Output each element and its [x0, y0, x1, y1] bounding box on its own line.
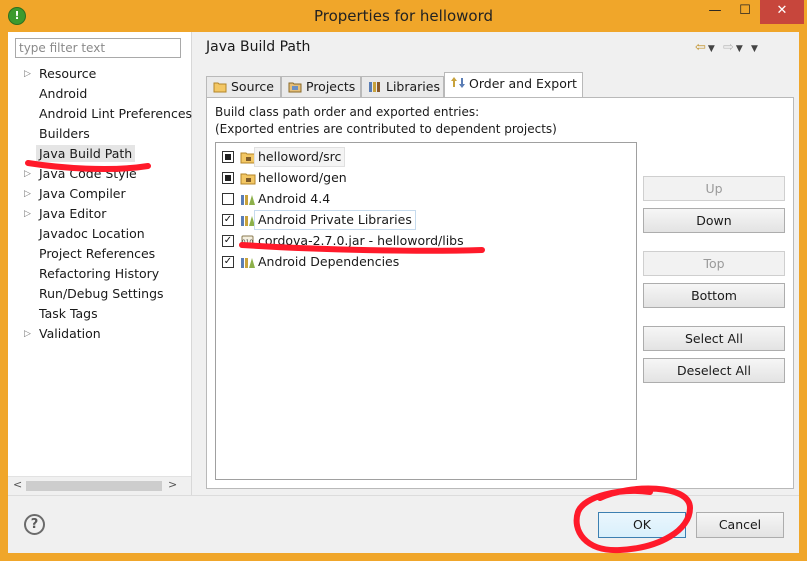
nav-item-label: Run/Debug Settings: [39, 286, 164, 301]
expand-arrow-icon[interactable]: ▷: [24, 64, 31, 84]
projects-icon: [288, 82, 302, 93]
entry-label: Android Private Libraries: [254, 210, 416, 230]
entry-label: helloword/src: [254, 147, 346, 167]
forward-dropdown-icon[interactable]: ▼: [736, 44, 745, 54]
expand-arrow-icon[interactable]: ▷: [24, 164, 31, 184]
nav-item[interactable]: Android Lint Preferences: [8, 104, 192, 124]
back-dropdown-icon[interactable]: ▼: [708, 44, 717, 54]
description: Build class path order and exported entr…: [215, 104, 557, 138]
nav-item[interactable]: Refactoring History: [8, 264, 192, 284]
export-checkbox[interactable]: ✓: [222, 235, 234, 247]
close-button[interactable]: ✕: [760, 0, 804, 24]
property-page-tree: ▷ Resource Android Android Lint Preferences…: [8, 32, 192, 495]
page-title: Java Build Path: [206, 39, 311, 55]
title-bar[interactable]: ! Properties for helloword — ☐ ✕: [0, 0, 807, 32]
svg-text:010: 010: [242, 239, 254, 246]
source-folder-icon: [213, 82, 227, 93]
tab-source[interactable]: Source: [206, 76, 281, 98]
nav-item-label: Android Lint Preferences: [39, 106, 193, 121]
cancel-button[interactable]: Cancel: [696, 512, 784, 538]
nav-item[interactable]: Android: [8, 84, 192, 104]
window-title: Properties for helloword: [313, 7, 494, 25]
back-arrow-icon[interactable]: ⇦: [695, 40, 708, 55]
libraries-icon: [369, 82, 380, 92]
top-button[interactable]: Top: [643, 251, 785, 276]
expand-arrow-icon[interactable]: ▷: [24, 184, 31, 204]
nav-item[interactable]: ▷ Java Editor: [8, 204, 192, 224]
export-checkbox[interactable]: [222, 193, 234, 205]
tab-libraries[interactable]: Libraries: [361, 76, 444, 98]
nav-item[interactable]: ▷ Java Compiler: [8, 184, 192, 204]
nav-item-label: Java Code Style: [39, 166, 137, 181]
scroll-right-icon[interactable]: >: [168, 478, 177, 491]
nav-item-label: Android: [39, 86, 88, 101]
description-line: (Exported entries are contributed to dep…: [215, 122, 557, 136]
nav-item-label: Project References: [39, 246, 156, 261]
tab-label: Source: [231, 79, 274, 94]
nav-item[interactable]: Builders: [8, 124, 192, 144]
tab-label: Order and Export: [469, 76, 577, 91]
view-menu-icon[interactable]: ▼: [751, 44, 760, 54]
expand-arrow-icon[interactable]: ▷: [24, 324, 31, 344]
export-checkbox[interactable]: ✓: [222, 256, 234, 268]
export-checkbox[interactable]: [222, 151, 234, 163]
entry-label: cordova-2.7.0.jar - helloword/libs: [258, 233, 464, 248]
export-checkbox[interactable]: ✓: [222, 214, 234, 226]
tab-order-and-export[interactable]: Order and Export: [444, 72, 583, 99]
nav-item[interactable]: ▷ Validation: [8, 324, 192, 344]
forward-arrow-icon[interactable]: ⇨: [723, 40, 736, 55]
nav-item-label: Resource: [39, 66, 97, 81]
export-checkbox[interactable]: [222, 172, 234, 184]
library-icon: [241, 258, 255, 268]
down-button[interactable]: Down: [643, 208, 785, 233]
nav-item[interactable]: Run/Debug Settings: [8, 284, 192, 304]
horizontal-scrollbar[interactable]: < >: [8, 476, 191, 495]
nav-item-label: Refactoring History: [39, 266, 160, 281]
nav-item[interactable]: Task Tags: [8, 304, 192, 324]
tab-label: Projects: [306, 79, 356, 94]
expand-arrow-icon[interactable]: ▷: [24, 204, 31, 224]
help-icon[interactable]: ?: [24, 514, 45, 535]
description-line: Build class path order and exported entr…: [215, 105, 480, 119]
minimize-button[interactable]: —: [700, 0, 730, 24]
nav-item-label: Java Build Path: [36, 145, 136, 162]
source-folder-icon: [240, 173, 256, 185]
scrollbar-thumb[interactable]: [26, 481, 162, 491]
dialog-footer: ? OK Cancel: [8, 495, 799, 553]
nav-item[interactable]: Project References: [8, 244, 192, 264]
nav-item[interactable]: ▷ Resource: [8, 64, 192, 84]
scroll-left-icon[interactable]: <: [13, 478, 22, 491]
main-panel: Java Build Path ⇦▼ ⇨▼ ▼ Source Projects …: [200, 32, 799, 495]
nav-item[interactable]: Java Build Path: [8, 144, 192, 164]
nav-item-label: Java Editor: [39, 206, 107, 221]
history-navigation: ⇦▼ ⇨▼ ▼: [695, 40, 760, 55]
nav-item-label: Task Tags: [39, 306, 98, 321]
property-page-list: ▷ Resource Android Android Lint Preferences…: [8, 64, 192, 344]
filter-input[interactable]: [15, 38, 181, 58]
nav-item[interactable]: ▷ Java Code Style: [8, 164, 192, 184]
nav-item[interactable]: Javadoc Location: [8, 224, 192, 244]
entry-label: Android 4.4: [258, 191, 331, 206]
library-icon: [241, 195, 255, 205]
tab-projects[interactable]: Projects: [281, 76, 361, 98]
entry-label: helloword/gen: [258, 170, 347, 185]
order-export-panel: Build class path order and exported entr…: [206, 97, 794, 489]
dialog-client-area: ▷ Resource Android Android Lint Preferences…: [8, 32, 799, 553]
up-button[interactable]: Up: [643, 176, 785, 201]
tab-label: Libraries: [386, 79, 440, 94]
nav-item-label: Java Compiler: [39, 186, 126, 201]
select-all-button[interactable]: Select All: [643, 326, 785, 351]
deselect-all-button[interactable]: Deselect All: [643, 358, 785, 383]
bottom-button[interactable]: Bottom: [643, 283, 785, 308]
ok-button[interactable]: OK: [598, 512, 686, 538]
entry-label: Android Dependencies: [258, 254, 400, 269]
maximize-button[interactable]: ☐: [730, 0, 760, 24]
order-export-icon: [451, 77, 465, 88]
nav-item-label: Javadoc Location: [39, 226, 145, 241]
classpath-entry-list[interactable]: helloword/src helloword/gen Android 4.4 ✓ An…: [215, 142, 637, 480]
properties-window: ! Properties for helloword — ☐ ✕ ▷ Resour…: [0, 0, 807, 561]
jar-icon: 010: [241, 235, 254, 248]
nav-item-label: Builders: [39, 126, 90, 141]
nav-item-label: Validation: [39, 326, 101, 341]
